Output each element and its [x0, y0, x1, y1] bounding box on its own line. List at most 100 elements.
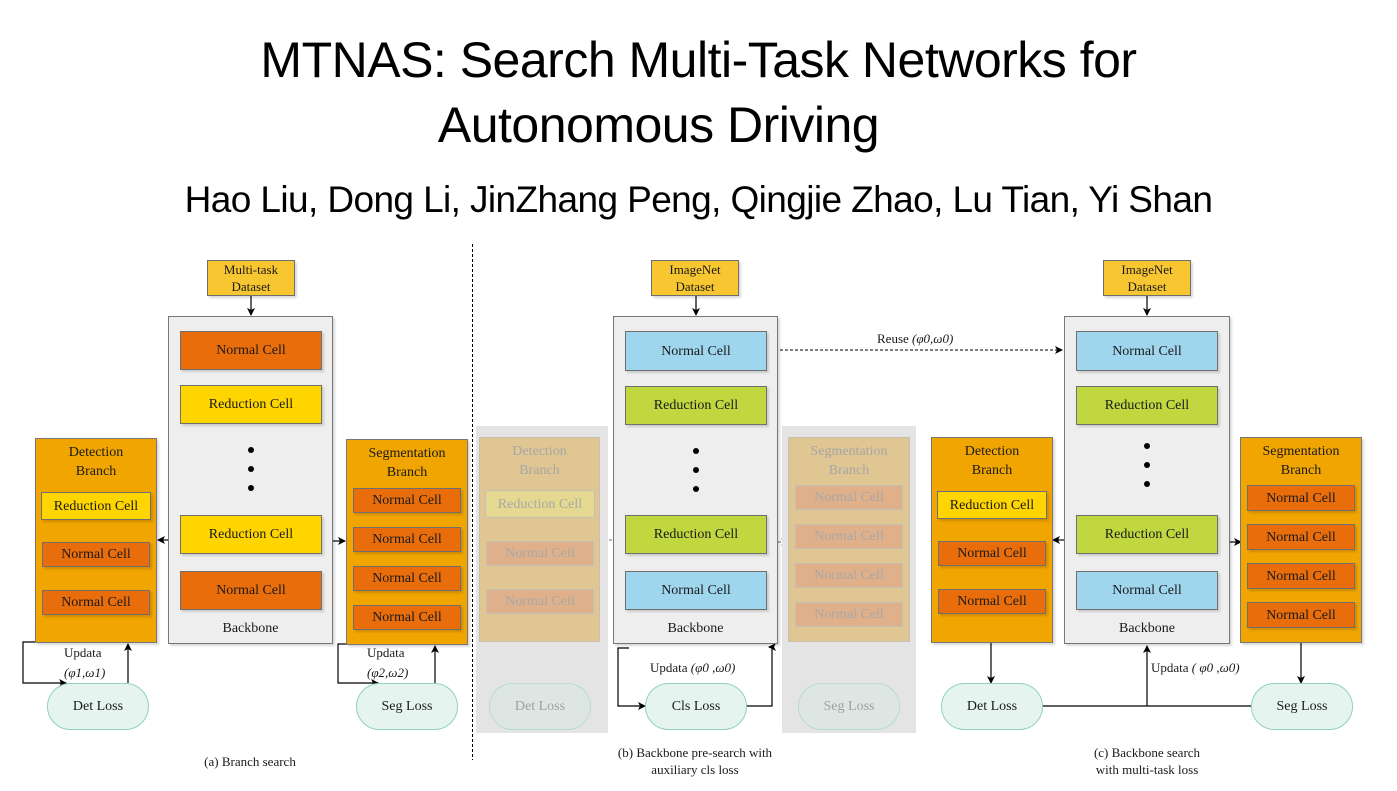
caption-c-line1: (c) Backbone search	[1093, 745, 1201, 760]
backbone-label: Backbone	[667, 621, 724, 636]
reduction-cell: Reduction Cell	[180, 385, 322, 424]
branch-title-line2: Branch	[75, 464, 117, 479]
normal-cell: Normal Cell	[180, 331, 322, 370]
normal-cell: Normal Cell	[353, 527, 461, 552]
det-loss: Det Loss	[47, 683, 149, 730]
normal-cell: Normal Cell	[1076, 331, 1218, 371]
update-params: (φ0 ,ω0)	[690, 660, 736, 675]
branch-title: Detection Branch	[480, 442, 599, 480]
dataset-label-line2: Dataset	[231, 279, 271, 294]
branch-title-line2: Branch	[386, 465, 428, 480]
ellipsis-dots	[169, 447, 332, 504]
backbone: Normal Cell Reduction Cell Reduction Cel…	[613, 316, 778, 644]
ellipsis-dots	[1065, 443, 1229, 500]
branch-title: Segmentation Branch	[347, 444, 467, 482]
ellipsis-dots	[614, 448, 777, 505]
seg-loss-faded: Seg Loss	[798, 683, 900, 730]
reduction-cell: Reduction Cell	[485, 490, 595, 518]
seg-loss: Seg Loss	[1251, 683, 1353, 730]
branch-title-line1: Detection	[512, 444, 567, 459]
normal-cell: Normal Cell	[1247, 602, 1355, 628]
update-label: Updata	[650, 660, 688, 675]
reuse-label: Reuse	[877, 331, 909, 346]
normal-cell: Normal Cell	[795, 602, 903, 627]
det-loss: Det Loss	[941, 683, 1043, 730]
normal-cell: Normal Cell	[42, 542, 150, 567]
segmentation-branch: Segmentation Branch Normal Cell Normal C…	[1240, 437, 1362, 643]
reduction-cell: Reduction Cell	[41, 492, 151, 520]
normal-cell: Normal Cell	[795, 485, 903, 510]
caption-b-line2: auxiliary cls loss	[651, 762, 739, 777]
branch-title-line1: Segmentation	[810, 444, 888, 459]
caption-c: (c) Backbone search with multi-task loss	[1047, 744, 1247, 778]
normal-cell: Normal Cell	[795, 563, 903, 588]
normal-cell: Normal Cell	[486, 541, 594, 566]
backbone-label: Backbone	[222, 621, 279, 636]
caption-b: (b) Backbone pre-search with auxiliary c…	[580, 744, 810, 778]
seg-update-params: (φ2,ω2)	[367, 665, 409, 680]
branch-title-line2: Branch	[519, 463, 560, 478]
normal-cell: Normal Cell	[353, 488, 461, 513]
reduction-cell: Reduction Cell	[937, 491, 1047, 519]
caption-a: (a) Branch search	[204, 754, 296, 769]
reduction-cell: Reduction Cell	[1076, 515, 1218, 554]
dataset-label-line2: Dataset	[1127, 279, 1167, 294]
update-note: Updata ( φ0 ,ω0)	[1151, 659, 1240, 676]
update-label: Updata	[1151, 660, 1189, 675]
reuse-params: (φ0,ω0)	[912, 331, 954, 346]
normal-cell: Normal Cell	[1247, 524, 1355, 550]
backbone: Normal Cell Reduction Cell Reduction Cel…	[168, 316, 333, 644]
seg-update-label: Updata	[367, 645, 405, 660]
normal-cell: Normal Cell	[938, 541, 1046, 566]
imagenet-dataset: ImageNet Dataset	[651, 260, 739, 296]
branch-title-line2: Branch	[1280, 463, 1322, 478]
reduction-cell: Reduction Cell	[180, 515, 322, 554]
branch-title-line1: Detection	[964, 444, 1020, 459]
update-params: ( φ0 ,ω0)	[1191, 660, 1240, 675]
branch-title-line1: Segmentation	[368, 446, 446, 461]
dataset-label-line1: ImageNet	[669, 262, 721, 277]
normal-cell: Normal Cell	[1247, 485, 1355, 511]
normal-cell: Normal Cell	[625, 571, 767, 610]
det-update-label: Updata	[64, 645, 102, 660]
normal-cell: Normal Cell	[353, 605, 461, 630]
faded-segmentation-region: Segmentation Branch Normal Cell Normal C…	[782, 426, 916, 733]
caption-b-line1: (b) Backbone pre-search with	[617, 745, 773, 760]
normal-cell: Normal Cell	[938, 589, 1046, 614]
cls-loss: Cls Loss	[645, 683, 747, 730]
reduction-cell: Reduction Cell	[625, 386, 767, 425]
normal-cell: Normal Cell	[353, 566, 461, 591]
branch-title-line2: Branch	[971, 463, 1013, 478]
segmentation-branch: Segmentation Branch Normal Cell Normal C…	[346, 439, 468, 645]
detection-branch: Detection Branch Reduction Cell Normal C…	[931, 437, 1053, 643]
imagenet-dataset: ImageNet Dataset	[1103, 260, 1191, 296]
faded-detection-region: Detection Branch Reduction Cell Normal C…	[476, 426, 608, 733]
backbone: Normal Cell Reduction Cell Reduction Cel…	[1064, 316, 1230, 644]
update-note: Updata (φ0 ,ω0)	[650, 659, 735, 676]
branch-title: Detection Branch	[932, 442, 1052, 480]
dataset-label-line1: Multi-task	[223, 262, 279, 277]
branch-title: Segmentation Branch	[789, 442, 909, 480]
normal-cell: Normal Cell	[795, 524, 903, 549]
reuse-note: Reuse (φ0,ω0)	[877, 330, 953, 347]
normal-cell: Normal Cell	[42, 590, 150, 615]
detection-branch: Detection Branch Reduction Cell Normal C…	[35, 438, 157, 643]
normal-cell: Normal Cell	[180, 571, 322, 610]
detection-branch-faded: Detection Branch Reduction Cell Normal C…	[479, 437, 600, 642]
branch-title: Segmentation Branch	[1241, 442, 1361, 480]
dataset-label-line1: ImageNet	[1121, 262, 1173, 277]
segmentation-branch-faded: Segmentation Branch Normal Cell Normal C…	[788, 437, 910, 642]
branch-title-line2: Branch	[828, 463, 870, 478]
det-update-params: (φ1,ω1)	[64, 665, 106, 680]
normal-cell: Normal Cell	[486, 589, 594, 614]
backbone-label: Backbone	[1119, 621, 1175, 636]
det-loss-faded: Det Loss	[489, 683, 591, 730]
reduction-cell: Reduction Cell	[625, 515, 767, 554]
seg-loss: Seg Loss	[356, 683, 458, 730]
multi-task-dataset: Multi-task Dataset	[207, 260, 295, 296]
caption-c-line2: with multi-task loss	[1095, 762, 1199, 777]
normal-cell: Normal Cell	[1247, 563, 1355, 589]
branch-title-line1: Detection	[68, 445, 124, 460]
reduction-cell: Reduction Cell	[1076, 386, 1218, 425]
normal-cell: Normal Cell	[1076, 571, 1218, 610]
